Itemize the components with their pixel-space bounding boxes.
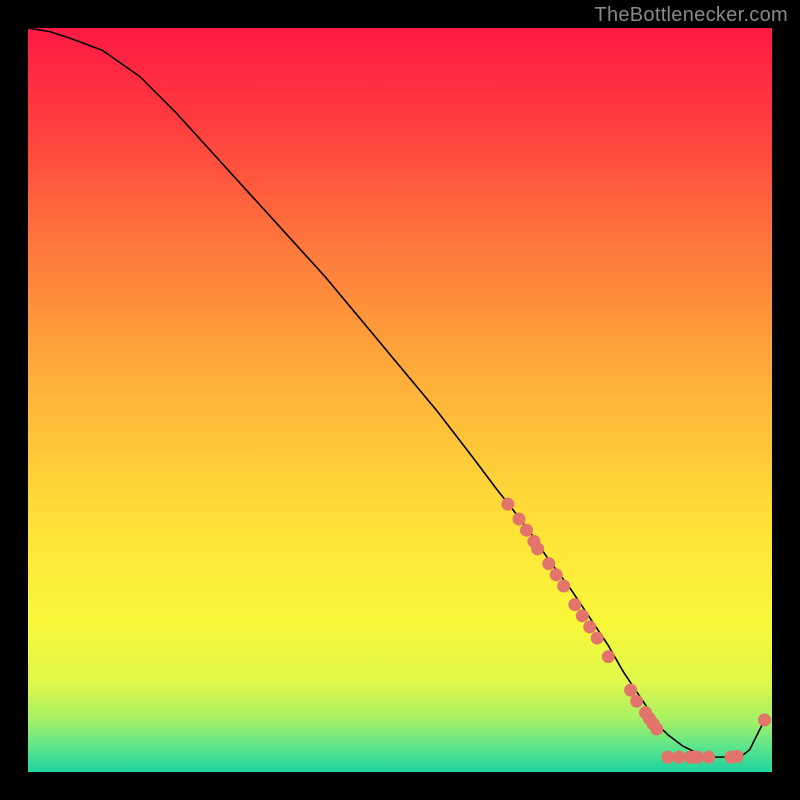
data-marker — [630, 695, 643, 708]
data-marker — [583, 620, 596, 633]
chart-container: TheBottlenecker.com — [0, 0, 800, 800]
data-marker — [520, 524, 533, 537]
data-marker — [557, 580, 570, 593]
data-marker — [650, 722, 663, 735]
data-marker — [568, 598, 581, 611]
plot-area — [28, 28, 772, 772]
watermark-label: TheBottlenecker.com — [594, 4, 788, 27]
data-marker — [576, 609, 589, 622]
data-marker — [542, 557, 555, 570]
data-marker — [602, 650, 615, 663]
data-marker — [591, 632, 604, 645]
data-marker — [702, 751, 715, 764]
marker-group — [501, 498, 771, 764]
data-marker — [531, 542, 544, 555]
data-marker — [624, 684, 637, 697]
data-marker — [661, 751, 674, 764]
data-marker — [731, 750, 744, 763]
data-marker — [513, 513, 526, 526]
data-marker — [550, 568, 563, 581]
bottleneck-curve-line — [28, 28, 765, 757]
data-marker — [673, 751, 686, 764]
data-marker — [691, 751, 704, 764]
chart-overlay — [28, 28, 772, 772]
data-marker — [501, 498, 514, 511]
data-marker — [758, 713, 771, 726]
